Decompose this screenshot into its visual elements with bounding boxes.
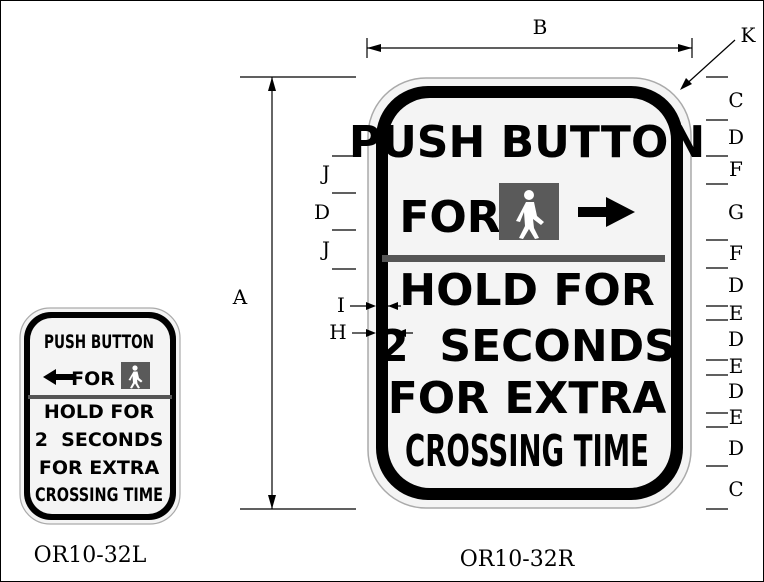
large-line-crossing-time: CROSSING TIME: [405, 426, 649, 477]
dimension-label-d-4: D: [728, 379, 744, 403]
dimension-label-d-5: D: [728, 436, 744, 460]
large-line-seconds: 2 SECONDS: [378, 321, 676, 372]
dimension-label-f-1: F: [729, 157, 743, 181]
large-sign: PUSH BUTTON FOR HOLD FOR 2 SECONDS FOR E…: [349, 77, 705, 509]
sign-diagram: PUSH BUTTON FOR HOLD FOR 2 SECONDS FOR E…: [19, 15, 757, 572]
dimension-b: [366, 38, 693, 58]
right-dimension-ticks: [706, 76, 728, 510]
large-line-for-extra: FOR EXTRA: [388, 373, 667, 424]
small-line-for-extra: FOR EXTRA: [39, 457, 160, 479]
dimension-label-g: G: [728, 200, 744, 224]
dimension-label-k: K: [741, 23, 757, 47]
small-line-seconds: 2 SECONDS: [35, 429, 164, 451]
pedestrian-icon-small: [121, 362, 150, 389]
dimension-label-j-bottom: J: [320, 237, 330, 261]
dimension-label-e-2: E: [729, 354, 744, 378]
large-line-hold-for: HOLD FOR: [399, 265, 654, 316]
dimension-label-e-3: E: [729, 405, 744, 429]
dimension-label-d-1: D: [728, 125, 744, 149]
dimension-label-h: H: [329, 320, 346, 344]
large-sign-divider: [382, 255, 665, 262]
dimension-label-j-top: J: [320, 161, 330, 185]
small-line-hold-for: HOLD FOR: [44, 401, 155, 423]
dimension-label-b: B: [533, 15, 548, 39]
large-line-for: FOR: [399, 192, 500, 243]
dimension-label-c-top: C: [728, 88, 743, 112]
caption-or10-32r: OR10-32R: [460, 547, 576, 572]
left-dimension-ticks: [332, 155, 356, 270]
dimension-label-d-2: D: [728, 273, 744, 297]
dimension-label-d-left: D: [314, 200, 330, 224]
small-sign: PUSH BUTTON FOR HOLD FOR 2 SECONDS FOR E…: [19, 307, 181, 525]
small-sign-divider: [28, 395, 172, 399]
pedestrian-icon: [499, 183, 559, 240]
small-line-push-button: PUSH BUTTON: [44, 331, 154, 353]
small-line-crossing-time: CROSSING TIME: [35, 484, 163, 506]
dimension-label-e-1: E: [729, 301, 744, 325]
dimension-label-a: A: [232, 285, 248, 309]
large-line-push-button: PUSH BUTTON: [349, 117, 705, 168]
small-line-for: FOR: [71, 368, 115, 390]
caption-or10-32l: OR10-32L: [34, 543, 147, 568]
dimension-label-f-2: F: [729, 241, 743, 265]
dimension-label-d-3: D: [728, 327, 744, 351]
dimension-label-i: I: [337, 293, 345, 317]
dimension-label-c-bottom: C: [728, 477, 743, 501]
